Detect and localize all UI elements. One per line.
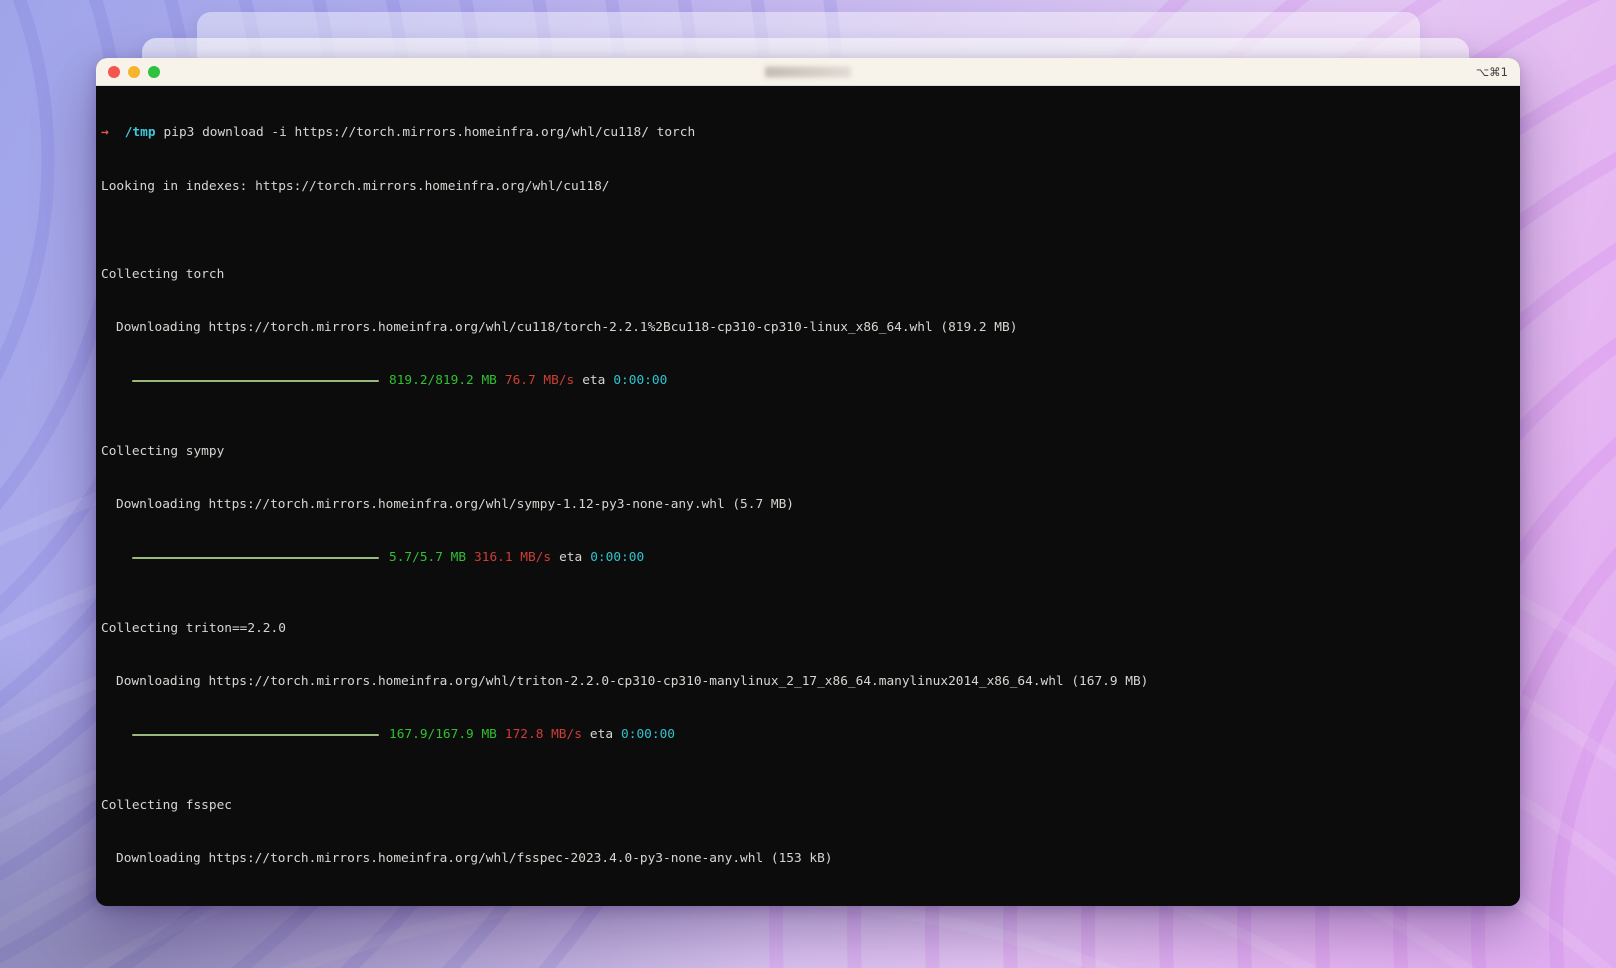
prompt-command: pip3 download -i https://torch.mirrors.h…: [163, 125, 696, 141]
progress-eta-label: eta: [589, 727, 614, 743]
progress-speed: 76.7 MB/s: [504, 373, 575, 389]
progress-bar: [132, 734, 379, 736]
downloading-line: Downloading https://torch.mirrors.homein…: [116, 674, 1149, 690]
progress-speed: 172.8 MB/s: [504, 727, 582, 743]
collecting-line: Collecting triton==2.2.0: [101, 620, 286, 636]
collecting-line: Collecting fsspec: [101, 797, 232, 813]
terminal-window: ⌥⌘1 → /tmp pip3 download -i https://torch.…: [96, 58, 1520, 906]
window-title-redacted: [765, 66, 851, 77]
progress-bar: [132, 557, 379, 560]
progress-eta-label: eta: [582, 373, 606, 389]
prompt-line: → /tmp pip3 download -i https://torch.mirr…: [101, 124, 1514, 142]
terminal-output: Collecting torch Downloading https://tor…: [101, 231, 1514, 906]
collecting-line: Collecting sympy: [101, 443, 225, 459]
info-line: Looking in indexes: https://torch.mirror…: [101, 178, 610, 194]
progress-bar: [132, 380, 379, 383]
zoom-button[interactable]: [148, 65, 160, 78]
downloading-line: Downloading https://torch.mirrors.homein…: [116, 497, 794, 513]
progress-speed: 201.6 MB/s: [505, 903, 582, 906]
progress-eta-value: 0:00:00: [613, 373, 668, 389]
progress-line: 154.0/154.0 KB 201.6 MB/s eta 0:00:00: [101, 903, 1514, 906]
progress-eta-value: 0:00:00: [590, 550, 645, 566]
progress-line: 167.9/167.9 MB 172.8 MB/s eta 0:00:00: [101, 726, 1514, 744]
close-button[interactable]: [108, 65, 120, 78]
minimize-button[interactable]: [128, 65, 140, 78]
progress-eta-label: eta: [559, 550, 583, 566]
traffic-lights: [108, 65, 160, 78]
progress-line: 819.2/819.2 MB 76.7 MB/s eta 0:00:00: [101, 372, 1514, 390]
progress-line: 5.7/5.7 MB 316.1 MB/s eta 0:00:00: [101, 549, 1514, 567]
window-titlebar[interactable]: ⌥⌘1: [96, 58, 1520, 86]
titlebar-shortcut-label: ⌥⌘1: [1475, 64, 1508, 79]
downloading-line: Downloading https://torch.mirrors.homein…: [116, 851, 833, 867]
progress-transferred: 5.7/5.7 MB: [389, 550, 467, 566]
progress-transferred: 167.9/167.9 MB: [389, 727, 497, 743]
downloading-line: Downloading https://torch.mirrors.homein…: [116, 320, 1018, 336]
progress-transferred: 819.2/819.2 MB: [389, 373, 497, 389]
progress-eta-value: 0:00:00: [621, 903, 675, 906]
prompt-cwd: /tmp: [124, 125, 156, 141]
terminal-screen[interactable]: → /tmp pip3 download -i https://torch.mirr…: [96, 86, 1520, 906]
progress-transferred: 154.0/154.0 KB: [389, 903, 497, 906]
progress-eta-value: 0:00:00: [621, 727, 675, 743]
progress-eta-label: eta: [590, 903, 613, 906]
progress-speed: 316.1 MB/s: [474, 550, 552, 566]
prompt-arrow: →: [101, 125, 109, 141]
collecting-line: Collecting torch: [101, 267, 225, 282]
